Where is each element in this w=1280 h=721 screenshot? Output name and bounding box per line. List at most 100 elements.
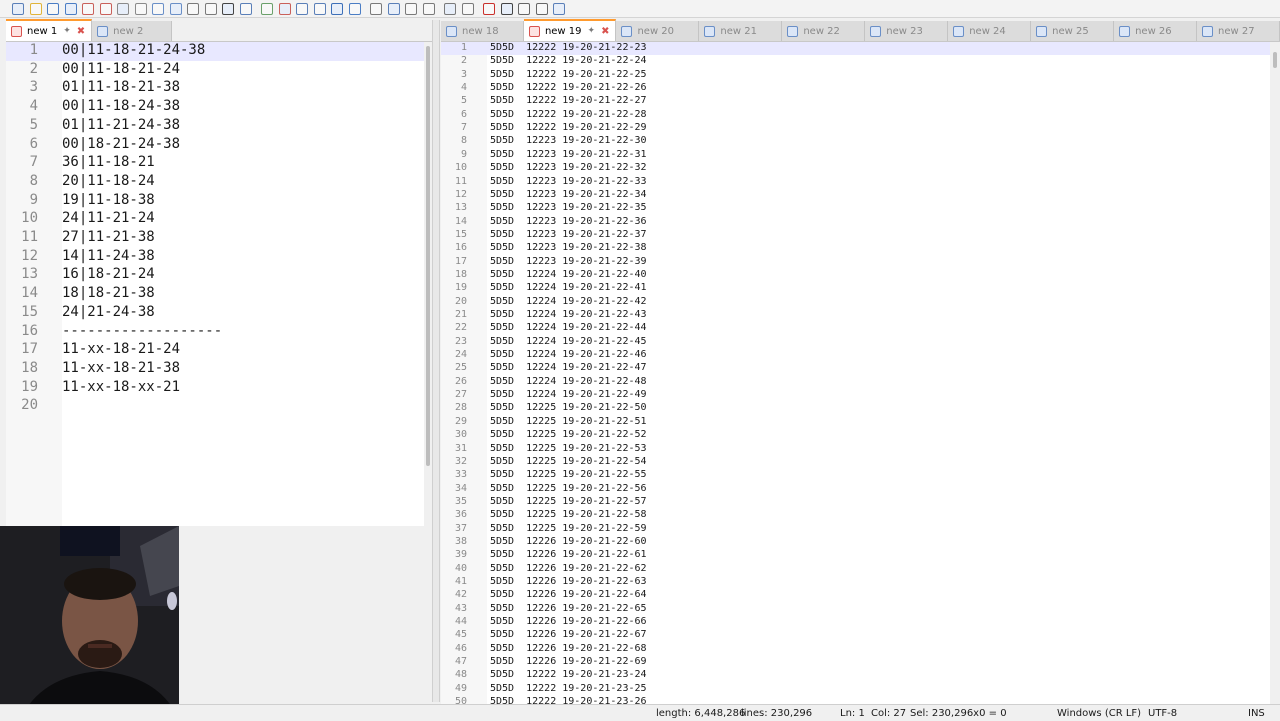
right-tab-new-25[interactable]: new 25 xyxy=(1031,21,1115,41)
paste-icon[interactable] xyxy=(169,2,182,15)
editor-line[interactable]: 21 5D5D 12224 19-20-21-22-43 xyxy=(441,309,1270,322)
close-all-icon[interactable] xyxy=(99,2,112,15)
play-macro-icon[interactable] xyxy=(518,2,530,15)
save-all-icon[interactable] xyxy=(64,2,77,15)
editor-line[interactable]: 16 5D5D 12223 19-20-21-22-38 xyxy=(441,242,1270,255)
editor-line[interactable]: 40 5D5D 12226 19-20-21-22-62 xyxy=(441,563,1270,576)
pin-icon[interactable]: ✦ xyxy=(63,26,71,36)
editor-line[interactable]: 3 5D5D 12222 19-20-21-22-25 xyxy=(441,69,1270,82)
print-icon[interactable] xyxy=(117,2,129,15)
editor-line[interactable]: 17 11-xx-18-21-24 xyxy=(6,341,424,360)
editor-line[interactable]: 39 5D5D 12226 19-20-21-22-61 xyxy=(441,549,1270,562)
editor-line[interactable]: 11 27|11-21-38 xyxy=(6,229,424,248)
editor-line[interactable]: 24 5D5D 12224 19-20-21-22-46 xyxy=(441,349,1270,362)
editor-line[interactable]: 28 5D5D 12225 19-20-21-22-50 xyxy=(441,402,1270,415)
editor-line[interactable]: 11 5D5D 12223 19-20-21-22-33 xyxy=(441,176,1270,189)
right-tab-new-22[interactable]: new 22 xyxy=(782,21,866,41)
function-list-icon[interactable] xyxy=(422,2,435,15)
editor-line[interactable]: 41 5D5D 12226 19-20-21-22-63 xyxy=(441,576,1270,589)
stop-recording-icon[interactable] xyxy=(500,2,513,15)
right-tab-new-23[interactable]: new 23 xyxy=(865,21,949,41)
right-tab-new-21[interactable]: new 21 xyxy=(699,21,783,41)
editor-line[interactable]: 19 5D5D 12224 19-20-21-22-41 xyxy=(441,282,1270,295)
editor-line[interactable]: 15 24|21-24-38 xyxy=(6,304,424,323)
editor-line[interactable]: 25 5D5D 12224 19-20-21-22-47 xyxy=(441,362,1270,375)
editor-line[interactable]: 6 00|18-21-24-38 xyxy=(6,136,424,155)
zoom-in-icon[interactable] xyxy=(261,2,273,15)
editor-line[interactable]: 27 5D5D 12224 19-20-21-22-49 xyxy=(441,389,1270,402)
close-tab-icon[interactable]: ✖ xyxy=(601,26,609,37)
find-icon[interactable] xyxy=(222,2,234,15)
editor-line[interactable]: 49 5D5D 12222 19-20-21-23-25 xyxy=(441,683,1270,696)
editor-line[interactable]: 46 5D5D 12226 19-20-21-22-68 xyxy=(441,643,1270,656)
right-tab-new-19[interactable]: new 19 ✦ ✖ xyxy=(523,19,617,41)
editor-line[interactable]: 20 xyxy=(6,397,424,416)
editor-line[interactable]: 45 5D5D 12226 19-20-21-22-67 xyxy=(441,629,1270,642)
editor-line[interactable]: 14 5D5D 12223 19-20-21-22-36 xyxy=(441,216,1270,229)
editor-line[interactable]: 13 16|18-21-24 xyxy=(6,266,424,285)
editor-line[interactable]: 14 18|18-21-38 xyxy=(6,285,424,304)
editor-line[interactable]: 30 5D5D 12225 19-20-21-22-52 xyxy=(441,429,1270,442)
redo-icon[interactable] xyxy=(204,2,217,15)
editor-line[interactable]: 10 24|11-21-24 xyxy=(6,210,424,229)
right-tab-new-18[interactable]: new 18 xyxy=(441,21,524,41)
editor-line[interactable]: 12 5D5D 12223 19-20-21-22-34 xyxy=(441,189,1270,202)
editor-line[interactable]: 8 5D5D 12223 19-20-21-22-30 xyxy=(441,135,1270,148)
right-tab-new-27[interactable]: new 27 xyxy=(1197,21,1280,41)
editor-line[interactable]: 2 5D5D 12222 19-20-21-22-24 xyxy=(441,55,1270,68)
save-macro-icon[interactable] xyxy=(553,2,565,15)
undo-icon[interactable] xyxy=(187,2,199,15)
editor-line[interactable]: 22 5D5D 12224 19-20-21-22-44 xyxy=(441,322,1270,335)
editor-line[interactable]: 29 5D5D 12225 19-20-21-22-51 xyxy=(441,416,1270,429)
view-splitter[interactable] xyxy=(432,20,440,702)
editor-line[interactable]: 36 5D5D 12225 19-20-21-22-58 xyxy=(441,509,1270,522)
editor-line[interactable]: 16 ------------------- xyxy=(6,323,424,342)
open-file-icon[interactable] xyxy=(29,2,42,15)
status-insert-mode[interactable]: INS xyxy=(1248,708,1265,719)
editor-line[interactable]: 48 5D5D 12222 19-20-21-23-24 xyxy=(441,669,1270,682)
editor-line[interactable]: 1 00|11-18-21-24-38 xyxy=(6,42,424,61)
new-file-icon[interactable] xyxy=(12,2,24,15)
monitoring-icon[interactable] xyxy=(461,2,474,15)
editor-line[interactable]: 9 19|11-18-38 xyxy=(6,192,424,211)
editor-line[interactable]: 9 5D5D 12223 19-20-21-22-31 xyxy=(441,149,1270,162)
right-scrollbar-thumb[interactable] xyxy=(1273,52,1277,68)
pin-icon[interactable]: ✦ xyxy=(588,26,596,36)
cut-icon[interactable] xyxy=(134,2,147,15)
editor-line[interactable]: 33 5D5D 12225 19-20-21-22-55 xyxy=(441,469,1270,482)
editor-line[interactable]: 23 5D5D 12224 19-20-21-22-45 xyxy=(441,336,1270,349)
editor-line[interactable]: 20 5D5D 12224 19-20-21-22-42 xyxy=(441,296,1270,309)
editor-line[interactable]: 19 11-xx-18-xx-21 xyxy=(6,379,424,398)
run-macro-multiple-icon[interactable] xyxy=(535,2,548,15)
editor-line[interactable]: 42 5D5D 12226 19-20-21-22-64 xyxy=(441,589,1270,602)
editor-line[interactable]: 8 20|11-18-24 xyxy=(6,173,424,192)
editor-line[interactable]: 17 5D5D 12223 19-20-21-22-39 xyxy=(441,256,1270,269)
replace-icon[interactable] xyxy=(239,2,252,15)
right-tab-new-26[interactable]: new 26 xyxy=(1114,21,1198,41)
editor-line[interactable]: 37 5D5D 12225 19-20-21-22-59 xyxy=(441,523,1270,536)
editor-line[interactable]: 47 5D5D 12226 19-20-21-22-69 xyxy=(441,656,1270,669)
right-tab-new-24[interactable]: new 24 xyxy=(948,21,1032,41)
editor-line[interactable]: 4 00|11-18-24-38 xyxy=(6,98,424,117)
left-tab-new-2[interactable]: new 2 xyxy=(92,21,173,41)
indent-guide-icon[interactable] xyxy=(370,2,382,15)
editor-line[interactable]: 18 5D5D 12224 19-20-21-22-40 xyxy=(441,269,1270,282)
record-macro-icon[interactable] xyxy=(483,2,495,15)
close-icon[interactable] xyxy=(82,2,94,15)
save-icon[interactable] xyxy=(47,2,59,15)
copy-icon[interactable] xyxy=(152,2,164,15)
sync-vertical-icon[interactable] xyxy=(296,2,308,15)
left-tab-new-1[interactable]: new 1 ✦ ✖ xyxy=(6,19,93,41)
editor-line[interactable]: 1 5D5D 12222 19-20-21-22-23 xyxy=(441,42,1270,56)
right-scrollbar[interactable] xyxy=(1271,42,1279,704)
left-scrollbar[interactable] xyxy=(424,42,432,704)
editor-line[interactable]: 10 5D5D 12223 19-20-21-22-32 xyxy=(441,162,1270,175)
editor-line[interactable]: 5 5D5D 12222 19-20-21-22-27 xyxy=(441,95,1270,108)
editor-line[interactable]: 34 5D5D 12225 19-20-21-22-56 xyxy=(441,483,1270,496)
left-scrollbar-thumb[interactable] xyxy=(426,46,430,466)
editor-line[interactable]: 32 5D5D 12225 19-20-21-22-54 xyxy=(441,456,1270,469)
editor-line[interactable]: 26 5D5D 12224 19-20-21-22-48 xyxy=(441,376,1270,389)
close-tab-icon[interactable]: ✖ xyxy=(77,26,85,37)
user-language-icon[interactable] xyxy=(387,2,400,15)
editor-line[interactable]: 3 01|11-18-21-38 xyxy=(6,79,424,98)
